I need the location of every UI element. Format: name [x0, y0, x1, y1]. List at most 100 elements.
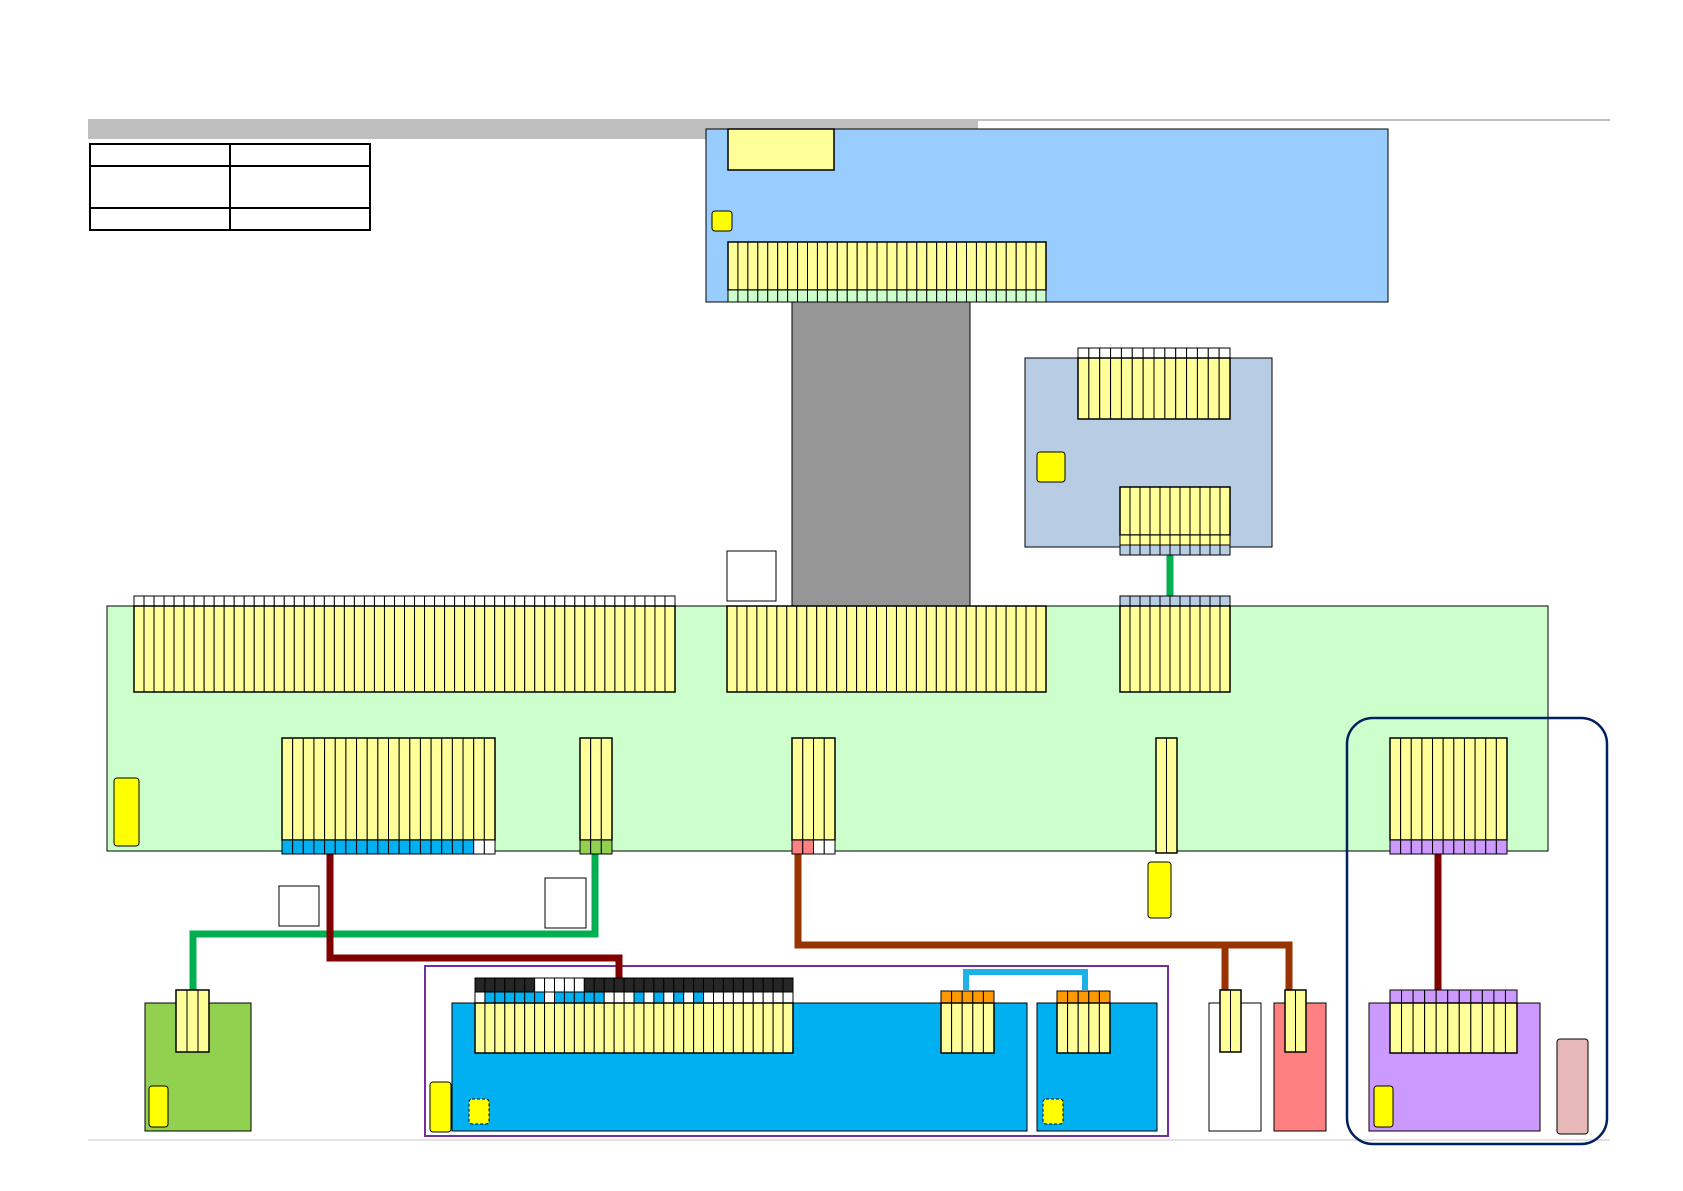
main-board-connector-center-pin: [876, 605, 887, 693]
blue-board-right-row-cell: [1067, 990, 1079, 1004]
blue-board-connector-header-cell: [772, 977, 784, 993]
main-board-connector-left-pin: [163, 605, 175, 693]
main-board-top-row-left-cell: [133, 595, 145, 607]
main-board-top-row-left-cell: [213, 595, 225, 607]
main-board-connector-left-pin: [193, 605, 205, 693]
empty-box-mid: [544, 877, 587, 929]
small-board-connector-bottom-pin: [1199, 486, 1211, 536]
top-board-connector-pin: [737, 241, 749, 291]
top-board-connector-pin: [866, 241, 878, 291]
legend-cell: [89, 165, 231, 209]
blue-board-connector-pin: [713, 1002, 724, 1054]
main-board-connector-center-pin: [895, 605, 907, 693]
purple-board-connector-pin: [1412, 1002, 1426, 1054]
small-board-connector-top-pin: [1175, 357, 1188, 420]
main-board-top-row-left-cell: [263, 595, 275, 607]
main-board-connector-left-pin: [363, 605, 375, 693]
blue-board-connector-pin: [742, 1002, 754, 1054]
main-board-top-row-left-cell: [634, 595, 646, 607]
main-board-connector-left-pin: [494, 605, 506, 693]
main-board-top-row-right-cell: [1209, 595, 1221, 607]
main-board-top-row-left-cell: [474, 595, 486, 607]
main-board-connector-left-pin: [343, 605, 355, 693]
main-board-top-row-left-cell: [484, 595, 496, 607]
top-board-connector-row-cell: [846, 289, 858, 303]
main-board-connector-center-pin: [1005, 605, 1017, 693]
main-board-connector-b-pin: [590, 737, 602, 841]
blue-board-connector-row-cell: [474, 991, 486, 1004]
main-board-connector-right-pin: [1169, 605, 1181, 693]
ribbon-cable: [791, 301, 971, 607]
small-board-bottom-row-b-cell: [1169, 544, 1181, 556]
top-board-connector-pin: [1035, 241, 1047, 291]
wire-cyan: [963, 969, 1088, 990]
purple-board-connector-pin: [1389, 1002, 1403, 1054]
main-board-top-row-left-cell: [383, 595, 395, 607]
main-board-connector-a-row-cell: [462, 839, 475, 855]
main-board-connector-left-pin: [203, 605, 215, 693]
main-board-connector-a-pin: [292, 737, 304, 841]
top-board-connector-row-cell: [1015, 289, 1027, 303]
blue-board-connector-header-cell: [752, 977, 764, 993]
main-board-connector-left-pin: [644, 605, 656, 693]
top-board-connector-pin: [856, 241, 868, 291]
main-board-connector-center-pin: [756, 605, 768, 693]
main-board-connector-a-row-cell: [281, 839, 294, 855]
legend-cell: [229, 207, 371, 231]
small-board-mount-tab: [1036, 451, 1066, 483]
main-board-top-row-left-cell: [323, 595, 335, 607]
main-board-connector-right-pin: [1129, 605, 1141, 693]
main-board-connector-right-pin: [1119, 605, 1131, 693]
blue-board-connector-pin: [494, 1002, 506, 1054]
purple-board-connector-pin: [1447, 1002, 1460, 1054]
small-board-bottom-row-b-cell: [1189, 544, 1201, 556]
main-board-top-row-left-cell: [664, 595, 676, 607]
main-board-connector-a-row-cell: [334, 839, 347, 855]
small-board-bottom-row-a-cell: [1179, 534, 1191, 546]
purple-board-row-cell: [1401, 989, 1414, 1004]
main-board-top-row-left-cell: [454, 595, 466, 607]
small-board-bottom-row-a-cell: [1219, 534, 1231, 546]
main-board-connector-e-pin: [1485, 737, 1497, 841]
small-board-top-row-cell: [1207, 347, 1220, 359]
main-board-connector-c-pin: [823, 737, 836, 841]
main-board-connector-center-pin: [925, 605, 937, 693]
blue-board-connector-header-cell: [742, 977, 754, 993]
blue-board-connector-row-cell: [573, 991, 585, 1004]
small-board-connector-bottom-pin: [1129, 486, 1141, 536]
blue-board-left-tab: [468, 1098, 490, 1125]
small-board-connector-top-pin: [1153, 357, 1166, 420]
small-board-connector-top-pin: [1077, 357, 1090, 420]
main-board-connector-left-pin: [524, 605, 536, 693]
main-board-connector-center-pin: [746, 605, 758, 693]
small-board-bottom-row-b-cell: [1199, 544, 1211, 556]
top-board-connector-pin: [757, 241, 769, 291]
main-board-connector-center-pin: [945, 605, 957, 693]
main-board-connector-a-pin: [398, 737, 411, 841]
top-board-connector-pin: [816, 241, 828, 291]
top-board-connector-row-cell: [926, 289, 938, 303]
main-board-connector-e-row-cell: [1421, 839, 1434, 855]
blue-board-connector-pin: [782, 1002, 794, 1054]
blue-board-connector-pin: [534, 1002, 546, 1054]
blue-board-connector-row-cell: [593, 991, 605, 1004]
main-board-top-row-left-cell: [193, 595, 205, 607]
top-board-connector-pin: [767, 241, 779, 291]
green-board-connector-pin: [186, 989, 199, 1053]
purple-board-row-cell: [1424, 989, 1437, 1004]
purple-board-side-tab: [1556, 1038, 1589, 1135]
main-board-connector-d-pin: [1155, 737, 1167, 854]
main-board-connector-a-pin: [302, 737, 315, 841]
small-board-bottom-row-a-cell: [1119, 534, 1131, 546]
main-board-connector-right-pin: [1199, 605, 1211, 693]
main-board-connector-a-pin: [324, 737, 336, 841]
main-board-connector-c-row-cell: [813, 839, 825, 855]
main-board-top-row-left-cell: [494, 595, 506, 607]
blue-board-connector-header-cell: [603, 977, 615, 993]
blue-board-connector-header-cell: [514, 977, 526, 993]
small-board-top-row-cell: [1077, 347, 1090, 359]
main-board-connector-left-pin: [183, 605, 195, 693]
small-board-bottom-row-a-cell: [1199, 534, 1211, 546]
main-board-connector-left-pin: [504, 605, 516, 693]
blue-board-connector-pin: [772, 1002, 784, 1054]
